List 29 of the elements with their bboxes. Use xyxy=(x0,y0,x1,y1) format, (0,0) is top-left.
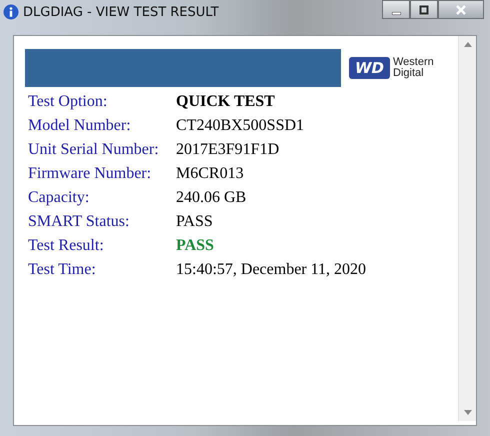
field-value: 240.06 GB xyxy=(176,188,248,208)
restore-icon xyxy=(419,4,429,14)
scroll-up-icon[interactable] xyxy=(464,42,472,47)
scrollbar[interactable] xyxy=(458,36,476,421)
field-value: PASS xyxy=(176,236,215,256)
minimize-icon xyxy=(392,12,400,15)
field-label: Firmware Number: xyxy=(28,164,152,184)
field-value: 2017E3F91F1D xyxy=(176,140,280,160)
maximize-button[interactable] xyxy=(410,0,438,19)
minimize-button[interactable] xyxy=(382,0,410,19)
close-button[interactable] xyxy=(438,0,484,19)
field-label: Capacity: xyxy=(28,188,90,208)
logo-name: Western Digital xyxy=(393,57,434,79)
field-value: 15:40:57, December 11, 2020 xyxy=(176,260,368,280)
field-label: Test Option: xyxy=(28,92,108,112)
info-icon xyxy=(3,4,19,20)
window-title: DLGDIAG - VIEW TEST RESULT xyxy=(23,4,219,20)
close-icon xyxy=(455,4,467,16)
field-value: CT240BX500SSD1 xyxy=(176,116,306,136)
field-value: PASS xyxy=(176,212,214,232)
field-value: QUICK TEST xyxy=(176,92,276,112)
field-label: Model Number: xyxy=(28,116,132,136)
field-label: Test Result: xyxy=(28,236,105,256)
field-value: M6CR013 xyxy=(176,164,245,184)
field-label: Unit Serial Number: xyxy=(28,140,160,160)
field-label: SMART Status: xyxy=(28,212,130,232)
logo-mark: WD xyxy=(349,57,390,79)
field-label: Test Time: xyxy=(28,260,97,280)
scroll-down-icon[interactable] xyxy=(464,410,472,415)
